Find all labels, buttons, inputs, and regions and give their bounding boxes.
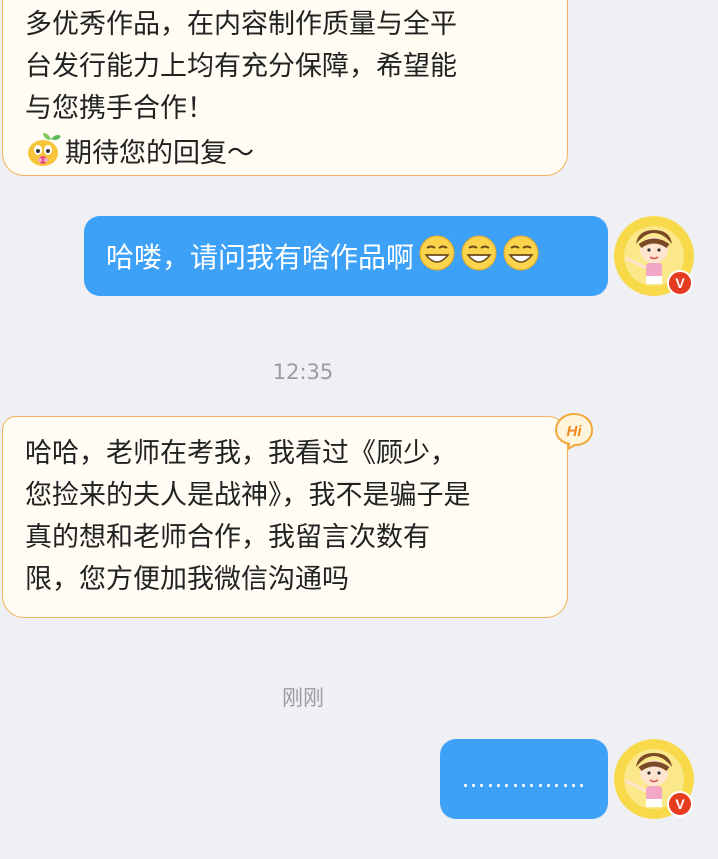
message-line: 与您携手合作！	[25, 93, 214, 124]
message-line-with-emoji: 期待您的回复～	[25, 130, 555, 181]
message-text: ……………	[461, 765, 587, 793]
message-text: 期待您的回复～	[65, 138, 254, 169]
message-line: 您捡来的夫人是战神》，我不是骗子是	[25, 480, 471, 511]
verified-badge: V	[667, 270, 693, 300]
grin-emoji-icon	[418, 234, 456, 279]
message-line: 多优秀作品，在内容制作质量与全平	[25, 9, 457, 40]
grin-emoji-icon	[502, 234, 540, 279]
verified-badge-label: V	[675, 275, 685, 291]
message-line: 哈哈，老师在考我，我看过《顾少，	[25, 438, 457, 469]
message-text: 哈喽，请问我有啥作品啊	[106, 241, 415, 274]
sprout-face-emoji-icon	[25, 130, 63, 181]
message-line: 限，您方便加我微信沟通吗	[25, 564, 349, 595]
incoming-message-bubble[interactable]: 多优秀作品，在内容制作质量与全平 台发行能力上均有充分保障，希望能 与您携手合作…	[2, 0, 568, 176]
outgoing-message-bubble[interactable]: 哈喽，请问我有啥作品啊	[84, 216, 608, 296]
message-line: 真的想和老师合作，我留言次数有	[25, 522, 430, 553]
timestamp: 刚刚	[282, 686, 324, 710]
outgoing-message-bubble[interactable]: ……………	[440, 739, 608, 819]
grin-emoji-icon	[460, 234, 498, 279]
message-line: 台发行能力上均有充分保障，希望能	[25, 51, 457, 82]
verified-badge-label: V	[675, 796, 685, 812]
hi-badge-label: Hi	[567, 423, 583, 440]
incoming-message-bubble[interactable]: 哈哈，老师在考我，我看过《顾少， 您捡来的夫人是战神》，我不是骗子是 真的想和老…	[2, 416, 568, 618]
verified-badge: V	[667, 791, 693, 821]
timestamp: 12:35	[272, 360, 334, 384]
hi-badge-icon: Hi	[554, 412, 594, 454]
